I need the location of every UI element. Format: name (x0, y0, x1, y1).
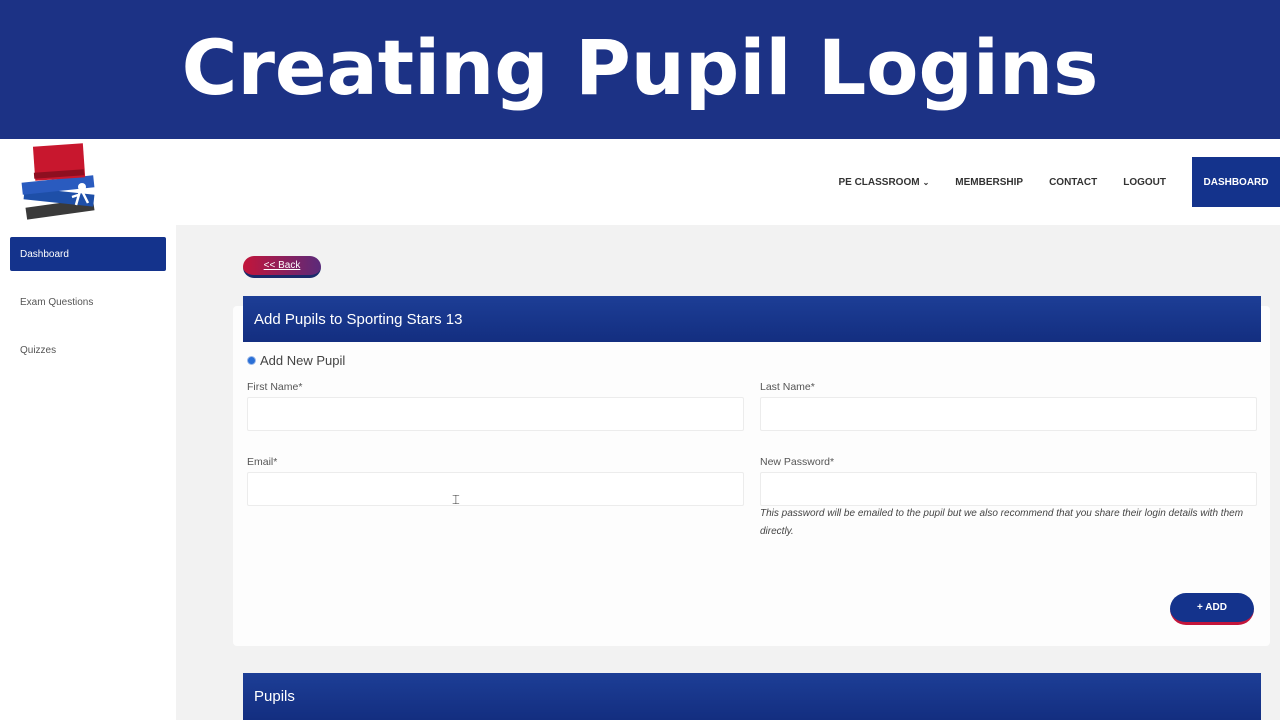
last-name-label: Last Name* (760, 381, 815, 393)
sidebar-item-dashboard[interactable]: Dashboard (10, 237, 166, 271)
site-header: PE CLASSROOM ⌄ MEMBERSHIP CONTACT LOGOUT… (0, 139, 1280, 225)
nav-dashboard[interactable]: DASHBOARD (1192, 157, 1280, 207)
chevron-down-icon: ⌄ (922, 177, 930, 187)
sidebar: Dashboard Exam Questions Quizzes (0, 225, 176, 720)
sidebar-item-exam-questions[interactable]: Exam Questions (10, 285, 166, 319)
pupils-header: Pupils (243, 673, 1261, 720)
add-button[interactable]: + ADD (1170, 593, 1254, 625)
email-label: Email* (247, 456, 278, 468)
password-field[interactable] (760, 472, 1257, 506)
first-name-field[interactable] (247, 397, 744, 431)
first-name-label: First Name* (247, 381, 303, 393)
main-nav: PE CLASSROOM ⌄ MEMBERSHIP CONTACT LOGOUT… (838, 157, 1280, 207)
nav-pe-classroom[interactable]: PE CLASSROOM ⌄ (838, 177, 929, 188)
text-cursor-icon: ⌶ (452, 492, 460, 507)
banner-title: Creating Pupil Logins (181, 23, 1099, 112)
radio-label: Add New Pupil (260, 353, 346, 368)
nav-pe-classroom-label: PE CLASSROOM (838, 176, 920, 188)
sidebar-item-quizzes[interactable]: Quizzes (10, 333, 166, 367)
title-banner: Creating Pupil Logins (0, 0, 1280, 139)
password-help-text: This password will be emailed to the pup… (760, 508, 1244, 537)
email-field[interactable] (247, 472, 744, 506)
password-label: New Password* (760, 456, 835, 468)
radio-button[interactable] (247, 356, 256, 365)
add-pupil-header: Add Pupils to Sporting Stars 13 (243, 296, 1261, 342)
books-logo-icon[interactable] (16, 141, 102, 225)
nav-contact[interactable]: CONTACT (1049, 177, 1097, 188)
add-new-pupil-option[interactable]: Add New Pupil (247, 353, 345, 368)
form-title: Add Pupils to Sporting Stars 13 (254, 310, 463, 328)
nav-logout[interactable]: LOGOUT (1123, 177, 1166, 188)
back-button[interactable]: << Back (243, 256, 321, 278)
last-name-field[interactable] (760, 397, 1257, 431)
nav-membership[interactable]: MEMBERSHIP (955, 177, 1023, 188)
pupils-title: Pupils (254, 688, 295, 705)
